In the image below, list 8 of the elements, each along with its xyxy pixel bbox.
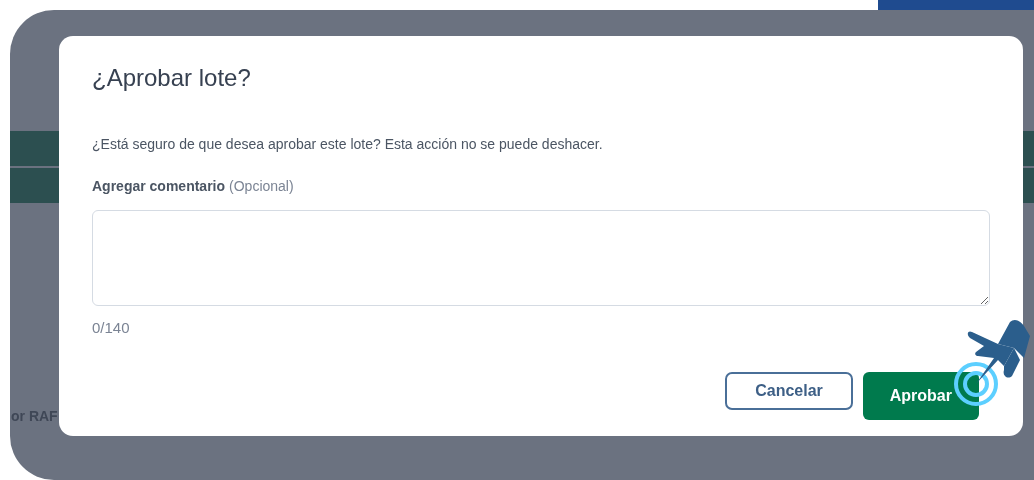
cancel-button[interactable]: Cancelar <box>725 372 853 410</box>
dialog-title: ¿Aprobar lote? <box>92 63 251 93</box>
dialog-message: ¿Está seguro de que desea aprobar este lote? Esta acción no se puede deshacer. <box>92 135 603 153</box>
approve-button[interactable]: Aprobar <box>862 372 979 420</box>
character-counter: 0/140 <box>92 319 130 337</box>
comment-field[interactable] <box>92 210 990 306</box>
comment-label: Agregar comentario <box>92 177 226 195</box>
optional-hint: (Opcional) <box>229 177 294 195</box>
